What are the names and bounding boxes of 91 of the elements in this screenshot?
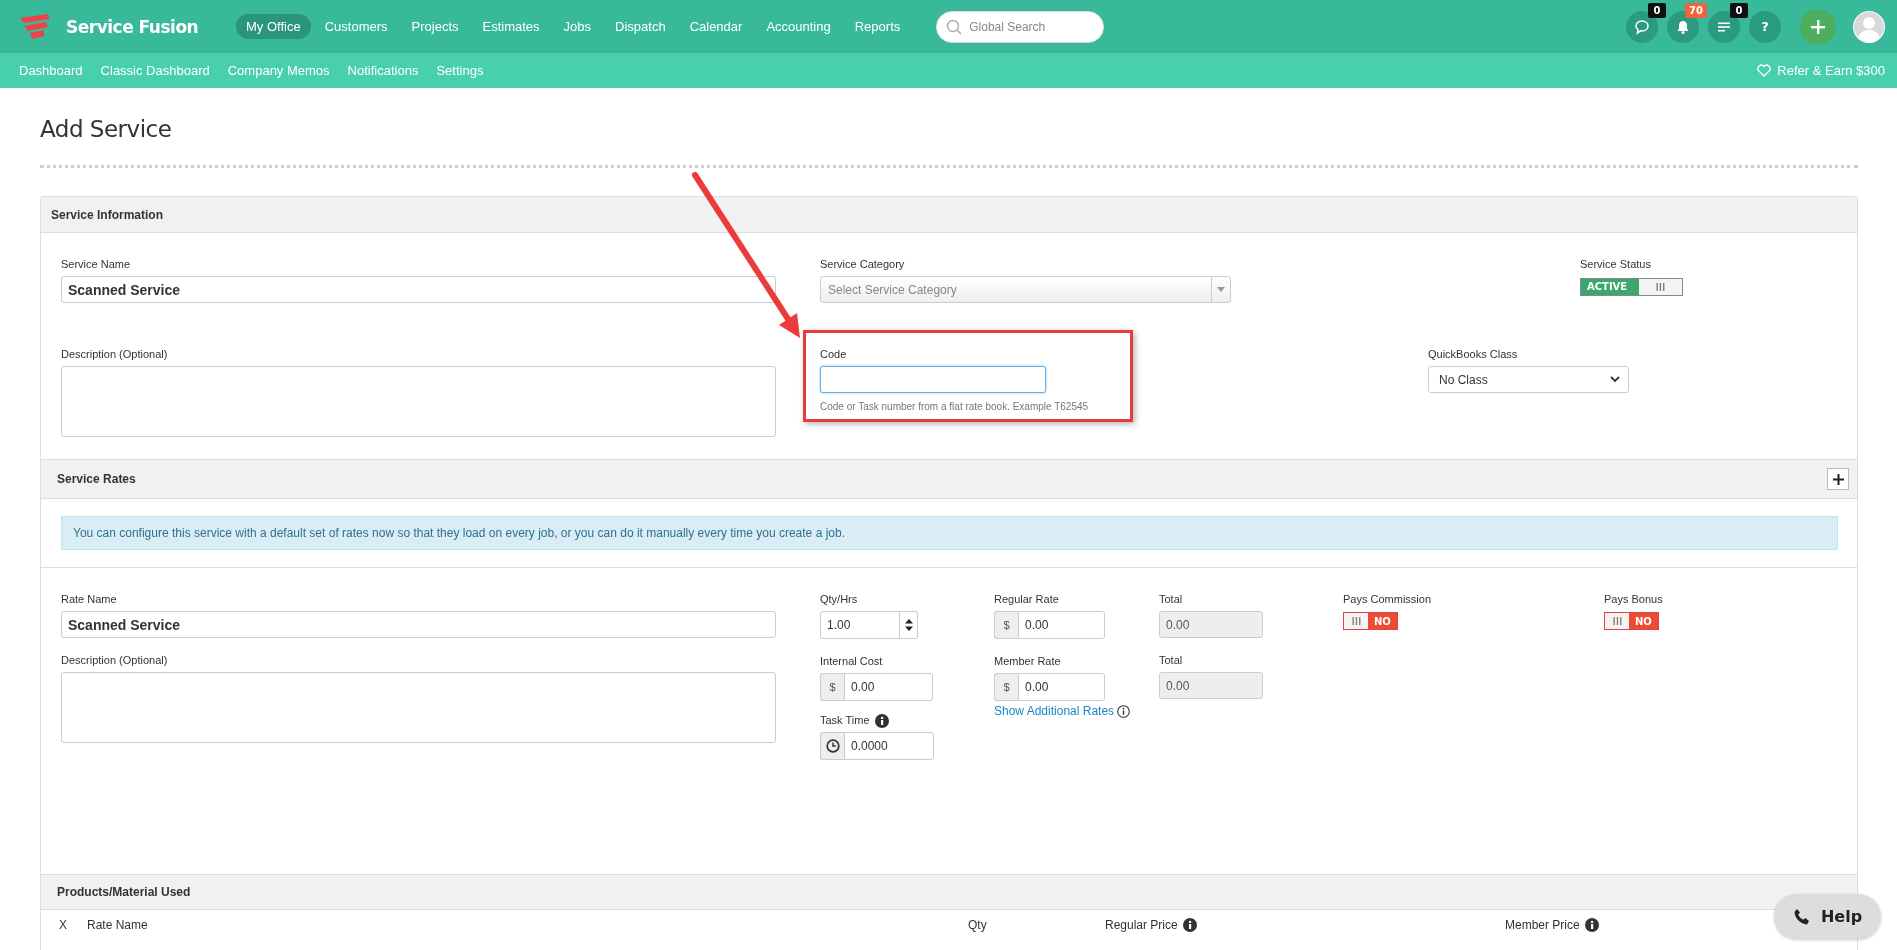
info-banner: You can configure this service with a default set of rates now so that they load on every job, or you can do it manually every time you create a job. [61,516,1838,550]
subnav-link[interactable]: Settings [427,63,493,78]
quantity-field[interactable]: 1.00 [820,611,900,639]
nav-tab[interactable]: Projects [401,14,469,39]
field-label: Pays Bonus [1604,593,1663,605]
field-label: Member Rate [994,655,1061,667]
subnav-link[interactable]: Classic Dashboard [91,63,219,78]
clock-icon [825,739,840,753]
nav-tab[interactable]: Dispatch [605,14,676,39]
search-field[interactable]: Global Search [936,10,1105,43]
chevron-down-icon [1610,376,1620,383]
heart-icon [1757,64,1772,77]
field-label: Rate Name [61,593,117,605]
nav-tab[interactable]: Accounting [756,14,841,39]
nav-tab[interactable]: My Office [236,14,311,39]
plus-icon [1811,19,1825,34]
rate-name-field[interactable]: Scanned Service [61,611,776,638]
active-toggle[interactable]: ACTIVE [1580,277,1683,296]
stepper-icon[interactable] [904,618,913,632]
column-header: Qty [968,918,987,932]
class-select[interactable]: No Class [1428,366,1629,393]
total-field[interactable]: 0.00 [1159,672,1263,699]
task-time-field[interactable]: 0.0000 [844,732,934,760]
plus-icon [1832,473,1844,485]
subnav-link[interactable]: Notifications [338,63,428,78]
show-rates-link[interactable]: Show Additional Rates [994,704,1115,718]
rate-field[interactable]: 0.00 [1018,673,1105,701]
field-label: Service Status [1580,258,1651,270]
field-label: Qty/Hrs [820,593,858,605]
field-label: Internal Cost [820,655,883,667]
currency-addon: $ [820,673,844,701]
bell-icon [1675,18,1691,35]
grip-icon [1612,617,1622,625]
no-toggle[interactable]: NO [1343,612,1398,630]
field-label: Description (Optional) [61,348,168,360]
grip-icon [1351,617,1361,625]
nav-tab[interactable]: Jobs [553,14,602,39]
currency-addon: $ [994,611,1018,639]
info-icon[interactable] [1182,918,1197,932]
nav-tab[interactable]: Estimates [472,14,550,39]
info-icon[interactable] [874,714,889,728]
add-rate-button[interactable] [1827,468,1849,490]
subnav-link[interactable]: Dashboard [10,63,92,78]
field-label: Service Name [61,258,131,270]
section-title: Products/Material Used [57,885,191,899]
section-title: Service Rates [57,472,136,486]
chat-icon [1634,18,1650,35]
info-icon[interactable] [1584,918,1599,932]
nav-tab[interactable]: Reports [844,14,911,39]
phone-icon [1792,907,1811,926]
section-title: Service Information [51,207,164,222]
grip-icon [1656,282,1665,291]
category-select[interactable]: Select Service Category [820,276,1231,303]
field-label: Code [820,348,847,360]
field-label: Regular Rate [994,593,1059,605]
description-field[interactable] [61,366,776,437]
count-badge: 0 [1648,2,1666,18]
nav-tab[interactable]: Customers [314,14,398,39]
page-title: Add Service [40,115,173,138]
column-header: Rate Name [87,918,148,932]
field-label: Task Time [820,714,870,726]
total-field[interactable]: 0.00 [1159,611,1263,638]
field-label: QuickBooks Class [1428,348,1518,360]
refer-link[interactable]: Refer & Earn $300 [1777,63,1885,78]
count-badge: 70 [1685,2,1707,18]
service-name-field[interactable]: Scanned Service [61,276,776,303]
field-label: Description (Optional) [61,654,168,666]
currency-addon: $ [994,673,1018,701]
cost-field[interactable]: 0.00 [844,673,933,701]
subnav-link[interactable]: Company Memos [218,63,339,78]
column-header: Regular Price [1105,918,1178,932]
code-field[interactable] [820,366,1046,393]
description-field[interactable] [61,672,776,743]
add-button[interactable] [1800,8,1836,45]
column-header: Member Price [1505,918,1580,932]
count-badge: 0 [1730,2,1748,18]
info-outline-icon[interactable] [1117,704,1131,718]
field-label: Total [1159,593,1183,605]
rate-field[interactable]: 0.00 [1018,611,1105,639]
column-header: X [59,918,67,932]
caret-icon [1217,287,1225,292]
no-toggle[interactable]: NO [1604,612,1659,630]
search-icon [946,18,963,35]
nav-tab[interactable]: Calendar [679,14,753,39]
help-button[interactable]: ? [1749,10,1781,43]
help-button[interactable]: Help [1774,894,1881,939]
field-label: Service Category [820,258,905,270]
field-label: Total [1159,654,1183,666]
brand-name[interactable]: Service Fusion [66,16,199,37]
field-label: Pays Commission [1343,593,1432,605]
help-text: Code or Task number from a flat rate book. Example T62545 [820,401,1090,412]
